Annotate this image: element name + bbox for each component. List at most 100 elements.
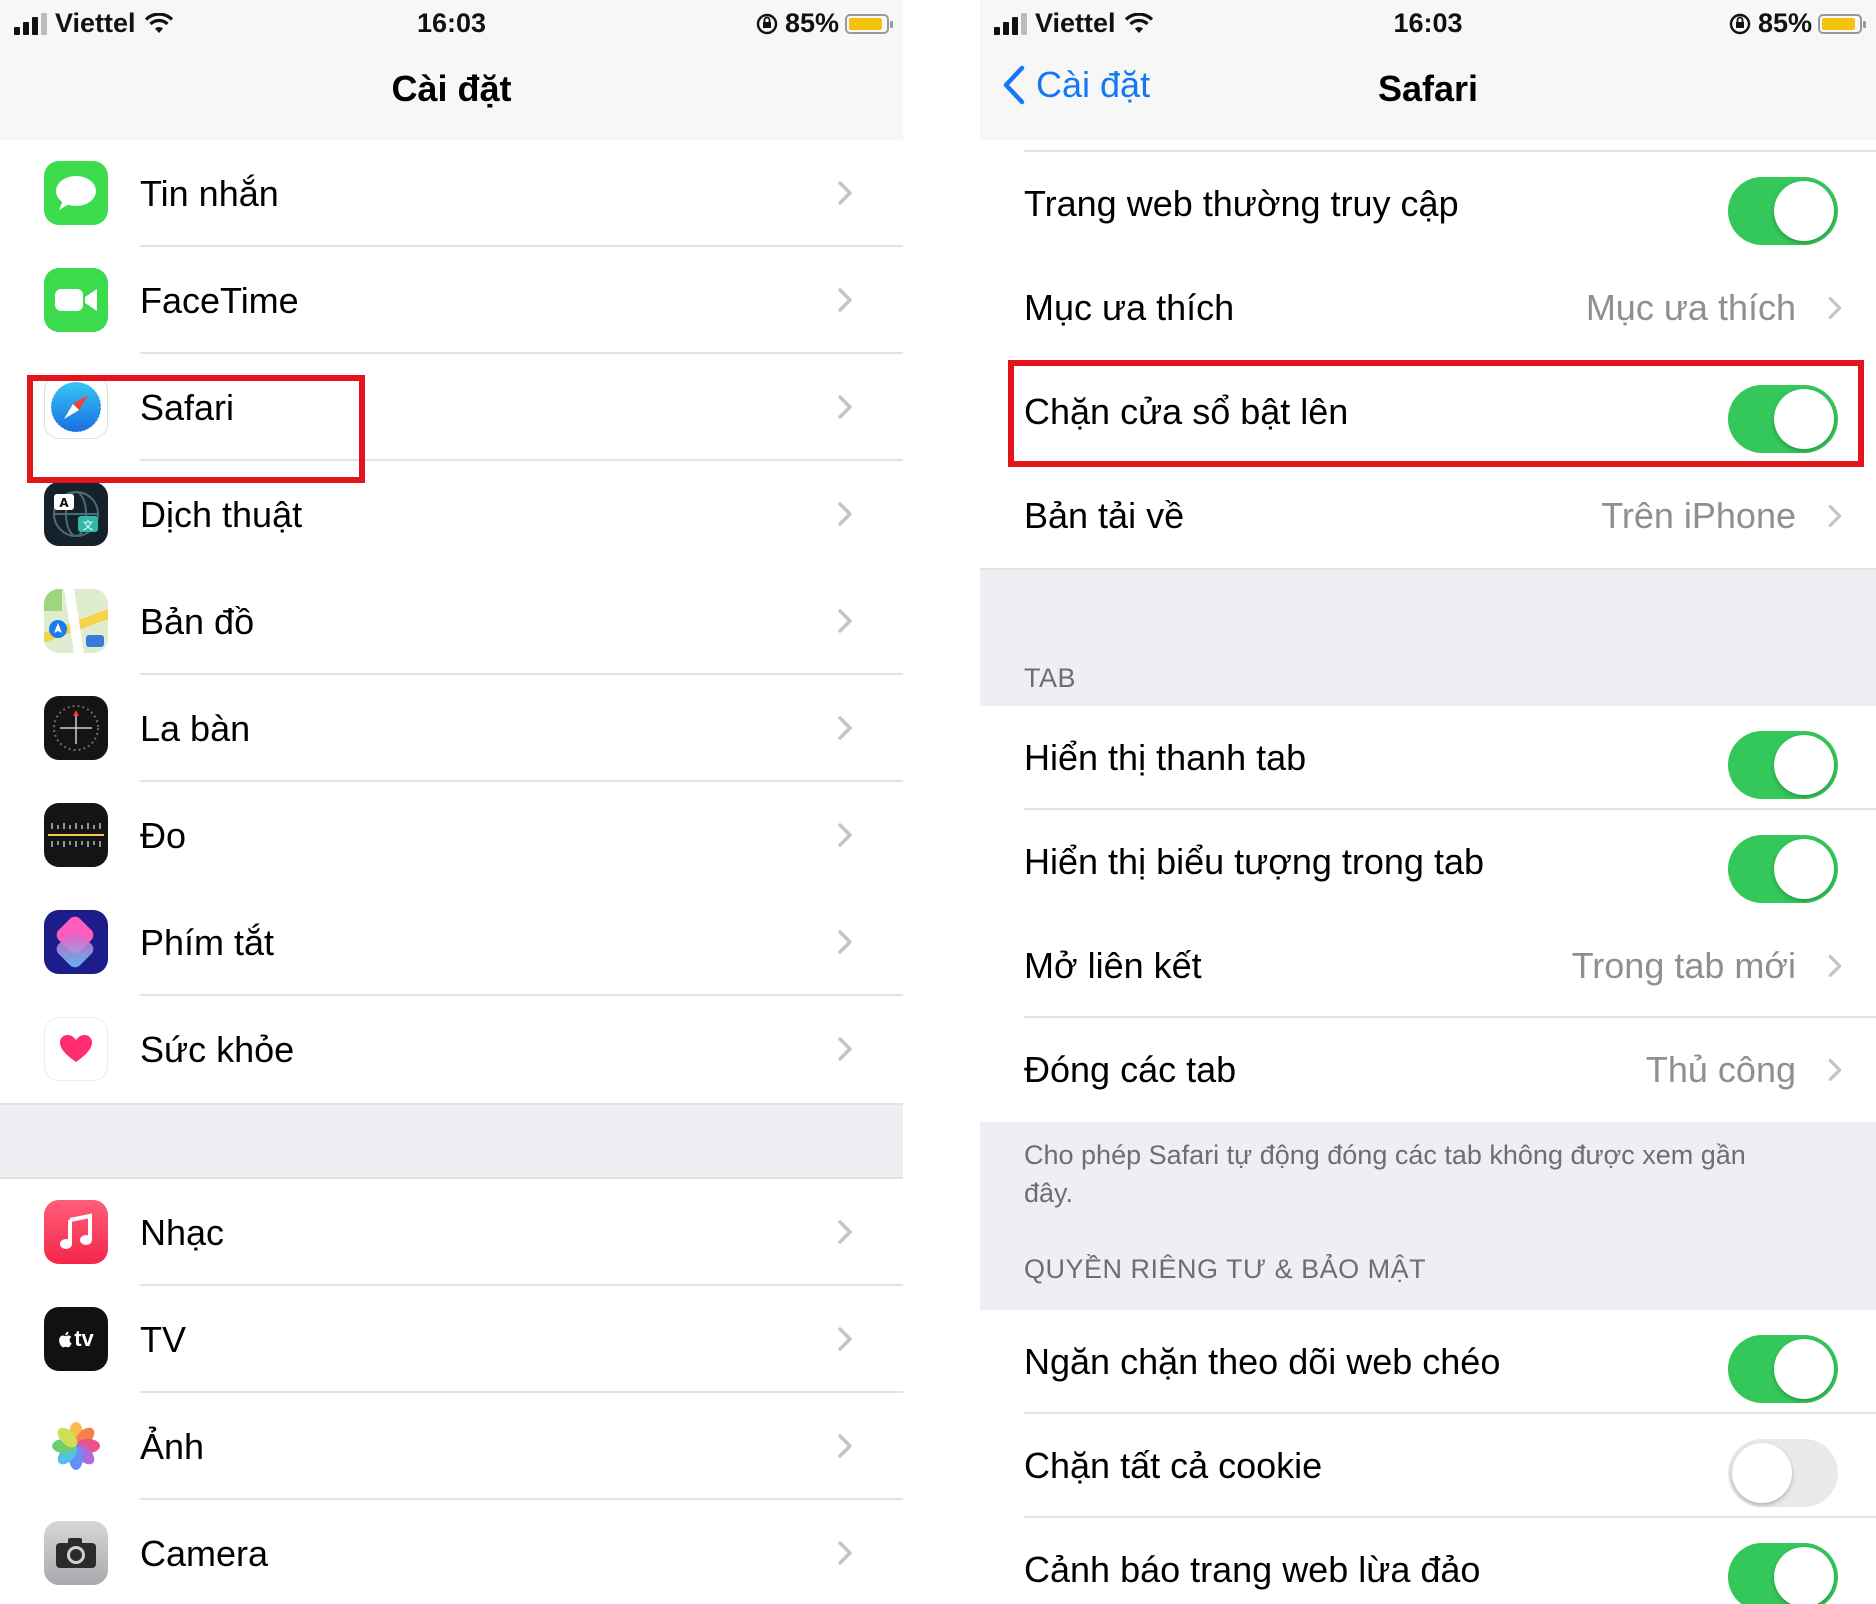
battery-icon xyxy=(845,13,893,34)
chevron-right-icon xyxy=(838,609,852,633)
chevron-right-icon xyxy=(838,1327,852,1351)
settings-row-measure[interactable]: Đo xyxy=(0,782,903,889)
divider-gap xyxy=(903,0,980,1604)
row-close-tabs[interactable]: Đóng các tab Thủ công xyxy=(980,1018,1876,1122)
settings-row-facetime[interactable]: FaceTime xyxy=(0,247,903,354)
row-label: Bản đồ xyxy=(140,601,255,642)
row-label: Sức khỏe xyxy=(140,1029,295,1070)
nav-bar: Cài đặt Safari xyxy=(980,46,1876,140)
row-favorites[interactable]: Mục ưa thích Mục ưa thích xyxy=(980,256,1876,360)
chevron-right-icon xyxy=(838,1037,852,1061)
orientation-lock-icon xyxy=(756,13,778,34)
section-footer-tab: Cho phép Safari tự động đóng các tab khô… xyxy=(980,1122,1876,1310)
chevron-right-icon xyxy=(1828,1058,1842,1082)
section-header-tab: TAB xyxy=(980,568,1876,706)
row-prevent-cross-site-tracking: Ngăn chặn theo dõi web chéo xyxy=(980,1310,1876,1414)
show-tab-icons-toggle[interactable] xyxy=(1728,835,1838,903)
settings-list: Tin nhắn FaceTime Safari A文 Dịch thuật B… xyxy=(0,140,903,1604)
row-value: Mục ưa thích xyxy=(1585,287,1796,328)
chevron-right-icon xyxy=(1828,954,1842,978)
facetime-icon xyxy=(44,268,108,332)
settings-row-maps[interactable]: Bản đồ xyxy=(0,568,903,675)
shortcuts-icon xyxy=(44,910,108,974)
page-title: Cài đặt xyxy=(391,68,512,109)
block-cookies-toggle[interactable] xyxy=(1728,1439,1838,1507)
compass-icon xyxy=(44,696,108,760)
chevron-right-icon xyxy=(838,502,852,526)
row-label: Chặn tất cả cookie xyxy=(1024,1445,1323,1486)
row-fraudulent-website-warning: Cảnh báo trang web lừa đảo xyxy=(980,1518,1876,1604)
row-label: Trang web thường truy cập xyxy=(1024,183,1459,224)
row-label: Đo xyxy=(140,815,187,856)
section-caption: TAB xyxy=(1024,663,1077,693)
health-icon xyxy=(44,1017,108,1081)
block-popups-highlight-box xyxy=(1008,360,1864,467)
row-label: La bàn xyxy=(140,708,251,749)
row-label: FaceTime xyxy=(140,280,299,321)
row-value: Trong tab mới xyxy=(1571,945,1796,986)
chevron-right-icon xyxy=(838,181,852,205)
row-label: Bản tải về xyxy=(1024,495,1185,536)
nav-bar: Cài đặt xyxy=(0,46,903,140)
messages-icon xyxy=(44,161,108,225)
safari-settings-screen: Viettel 16:03 85% Cài đặt Safari Trang w… xyxy=(980,0,1876,1604)
settings-row-compass[interactable]: La bàn xyxy=(0,675,903,782)
settings-row-shortcuts[interactable]: Phím tắt xyxy=(0,889,903,996)
svg-text:文: 文 xyxy=(83,518,94,532)
tab-footnote: Cho phép Safari tự động đóng các tab khô… xyxy=(1024,1140,1746,1208)
settings-row-photos[interactable]: Ảnh xyxy=(0,1393,903,1500)
chevron-right-icon xyxy=(838,1541,852,1565)
chevron-right-icon xyxy=(838,1220,852,1244)
measure-icon xyxy=(44,803,108,867)
settings-row-messages[interactable]: Tin nhắn xyxy=(0,140,903,247)
safari-highlight-box xyxy=(27,375,365,483)
chevron-right-icon xyxy=(1828,504,1842,528)
section-caption: QUYỀN RIÊNG TƯ & BẢO MẬT xyxy=(1024,1254,1427,1284)
settings-row-camera[interactable]: Camera xyxy=(0,1500,903,1604)
tv-icon: tv xyxy=(44,1307,108,1371)
music-icon xyxy=(44,1200,108,1264)
camera-icon xyxy=(44,1521,108,1585)
frequently-visited-toggle[interactable] xyxy=(1728,177,1838,245)
fraud-warning-toggle[interactable] xyxy=(1728,1543,1838,1604)
row-label: Phím tắt xyxy=(140,922,275,963)
row-value: Thủ công xyxy=(1645,1049,1796,1090)
chevron-right-icon xyxy=(838,823,852,847)
row-label: Hiển thị biểu tượng trong tab xyxy=(1024,841,1484,882)
cross-site-tracking-toggle[interactable] xyxy=(1728,1335,1838,1403)
row-label: Đóng các tab xyxy=(1024,1049,1237,1090)
chevron-right-icon xyxy=(838,1434,852,1458)
settings-row-music[interactable]: Nhạc xyxy=(0,1179,903,1286)
translate-icon: A文 xyxy=(44,482,108,546)
row-show-tab-icons: Hiển thị biểu tượng trong tab xyxy=(980,810,1876,914)
row-label: Tin nhắn xyxy=(140,173,279,214)
row-frequently-visited: Trang web thường truy cập xyxy=(980,152,1876,256)
settings-screen: Viettel 16:03 85% Cài đặt Tin nhắn FaceT… xyxy=(0,0,903,1604)
row-label: Camera xyxy=(140,1533,269,1574)
battery-icon xyxy=(1818,13,1866,34)
settings-row-health[interactable]: Sức khỏe xyxy=(0,996,903,1103)
row-downloads[interactable]: Bản tải về Trên iPhone xyxy=(980,464,1876,568)
chevron-right-icon xyxy=(838,930,852,954)
status-bar: Viettel 16:03 85% xyxy=(980,0,1876,46)
chevron-right-icon xyxy=(1828,296,1842,320)
show-tab-bar-toggle[interactable] xyxy=(1728,731,1838,799)
battery-percent: 85% xyxy=(784,8,839,38)
row-label: Cảnh báo trang web lừa đảo xyxy=(1024,1549,1481,1590)
section-gap xyxy=(0,1103,903,1179)
row-label: Hiển thị thanh tab xyxy=(1024,737,1307,778)
svg-text:A: A xyxy=(59,496,69,510)
row-label: Mở liên kết xyxy=(1024,945,1202,986)
row-label: Mục ưa thích xyxy=(1024,287,1235,328)
photos-icon xyxy=(44,1414,108,1478)
settings-row-tv[interactable]: tv TV xyxy=(0,1286,903,1393)
row-label: Ngăn chặn theo dõi web chéo xyxy=(1024,1341,1501,1382)
maps-icon xyxy=(44,589,108,653)
row-open-links[interactable]: Mở liên kết Trong tab mới xyxy=(980,914,1876,1018)
row-label: TV xyxy=(140,1319,187,1360)
chevron-right-icon xyxy=(838,288,852,312)
row-show-tab-bar: Hiển thị thanh tab xyxy=(980,706,1876,810)
row-label: Nhạc xyxy=(140,1212,225,1253)
tv-icon-label: tv xyxy=(74,1326,94,1351)
row-block-all-cookies: Chặn tất cả cookie xyxy=(980,1414,1876,1518)
